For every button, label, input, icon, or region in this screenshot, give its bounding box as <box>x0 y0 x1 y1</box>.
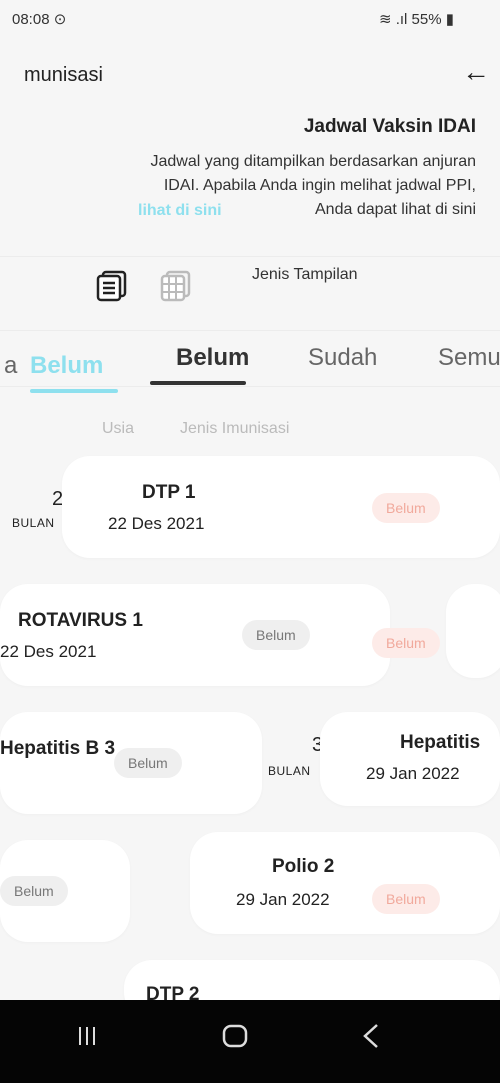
vaccine-date: 22 Des 2021 <box>0 642 97 661</box>
tab-semua[interactable]: Semu <box>438 344 500 372</box>
column-type: Jenis Imunisasi <box>180 420 290 437</box>
vaccine-date: 22 Des 2021 <box>108 514 205 533</box>
view-type-label: Jenis Tampilan <box>252 266 358 283</box>
back-arrow-icon[interactable]: ← <box>462 56 490 88</box>
wifi-icon: ≋ <box>378 11 392 28</box>
divider <box>0 386 500 387</box>
status-badge: Belum <box>0 876 68 906</box>
recent-apps-icon <box>79 1027 95 1045</box>
tab-ghost-belum: Belum <box>30 352 104 379</box>
list-item[interactable] <box>446 584 500 678</box>
age-unit: BULAN <box>12 516 55 530</box>
recent-apps-button[interactable] <box>62 1016 112 1056</box>
calendar-icon <box>160 270 191 302</box>
vaccine-name: DTP 1 <box>142 482 196 503</box>
section-heading: Jadwal Vaksin IDAI <box>303 116 476 137</box>
status-badge: Belum <box>114 748 182 778</box>
tab-ghost-fragment: a <box>4 352 18 379</box>
ppi-link[interactable]: lihat di sini <box>138 202 222 220</box>
back-icon <box>363 1024 378 1048</box>
status-badge: Belum <box>372 884 440 914</box>
list-item[interactable] <box>190 832 500 934</box>
status-badge: Belum <box>372 493 440 523</box>
back-button[interactable] <box>346 1016 396 1056</box>
status-badge: Belum <box>242 620 310 650</box>
sync-icon: ⊙ <box>53 11 67 28</box>
tab-sudah[interactable]: Sudah <box>308 344 377 372</box>
divider <box>0 256 500 257</box>
signal-icon: .ıl <box>395 11 408 28</box>
list-item[interactable] <box>320 712 500 806</box>
vaccine-name: ROTAVIRUS 1 <box>18 610 143 631</box>
age-unit: BULAN <box>268 764 311 778</box>
status-time: 08:08 ⊙ <box>12 11 67 28</box>
tab-ghost-indicator <box>30 389 118 393</box>
list-item[interactable] <box>0 584 390 686</box>
list-view-button[interactable] <box>90 264 134 308</box>
vaccine-name: Polio 2 <box>272 856 335 877</box>
divider <box>0 330 500 331</box>
status-badge: Belum <box>372 628 440 658</box>
vaccine-name: Hepatitis B 3 <box>0 738 116 759</box>
vaccine-name: Hepatitis <box>400 732 481 753</box>
vaccine-date: 29 Jan 2022 <box>366 764 460 783</box>
home-icon <box>222 1024 248 1048</box>
column-age: Usia <box>102 420 135 437</box>
page-title: munisasi <box>24 64 103 86</box>
tab-active-indicator <box>150 381 246 385</box>
home-button[interactable] <box>210 1016 260 1056</box>
calendar-view-button[interactable] <box>154 264 198 308</box>
list-icon <box>96 270 127 302</box>
battery-level: 55% <box>411 11 442 28</box>
tab-belum[interactable]: Belum <box>176 344 249 372</box>
status-indicators: ≋ .ıl 55% ▮ <box>379 10 454 28</box>
vaccine-date: 29 Jan 2022 <box>236 890 330 909</box>
battery-icon: ▮ <box>445 11 454 28</box>
